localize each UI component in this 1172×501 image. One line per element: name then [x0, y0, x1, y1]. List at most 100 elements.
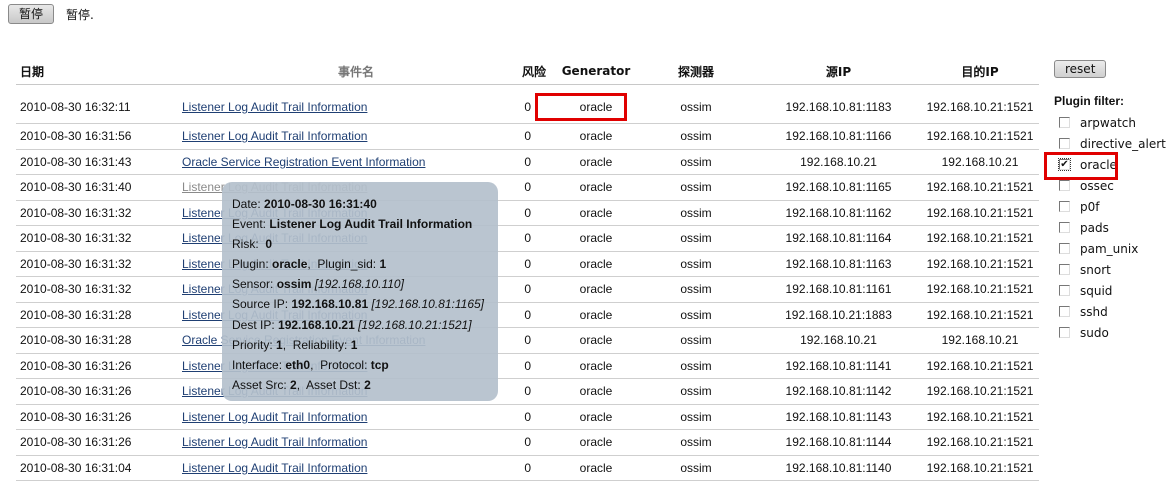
cell-date: 2010-08-30 16:31:32 — [16, 200, 176, 226]
table-row: 2010-08-30 16:31:26Listener Log Audit Tr… — [16, 404, 1039, 430]
plugin-checkbox[interactable] — [1059, 306, 1070, 317]
cell-sensor: ossim — [636, 251, 756, 277]
tooltip-date: Date: 2010-08-30 16:31:40 — [232, 197, 377, 211]
event-link[interactable]: Listener Log Audit Trail Information — [182, 100, 367, 114]
header-date[interactable]: 日期 — [16, 58, 176, 85]
cell-date: 2010-08-30 16:31:26 — [16, 429, 176, 456]
header-sensor[interactable]: 探测器 — [636, 58, 756, 85]
cell-sensor: ossim — [636, 84, 756, 124]
event-link[interactable]: Listener Log Audit Trail Information — [182, 461, 367, 475]
plugin-filter-label: ossec — [1080, 178, 1114, 193]
cell-dst-ip: 192.168.10.21:1521 — [921, 276, 1039, 303]
plugin-filter-arpwatch[interactable]: arpwatch — [1054, 112, 1172, 133]
tooltip-event: Event: Listener Log Audit Trail Informat… — [232, 217, 473, 232]
event-link[interactable]: Listener Log Audit Trail Information — [182, 435, 367, 449]
header-src-ip[interactable]: 源IP — [756, 58, 921, 85]
plugin-checkbox[interactable]: ✔ — [1058, 158, 1071, 171]
cell-dst-ip: 192.168.10.21 — [921, 149, 1039, 175]
cell-dst-ip: 192.168.10.21 — [921, 327, 1039, 354]
cell-src-ip: 192.168.10.81:1161 — [756, 276, 921, 303]
event-link[interactable]: Listener Log Audit Trail Information — [182, 410, 367, 424]
plugin-filter-p0f[interactable]: p0f — [1054, 196, 1172, 217]
header-risk[interactable]: 风险 — [466, 58, 556, 85]
cell-generator: oracle — [556, 174, 636, 201]
cell-date: 2010-08-30 16:31:40 — [16, 174, 176, 201]
plugin-filter-pads[interactable]: pads — [1054, 217, 1172, 238]
cell-sensor: ossim — [636, 378, 756, 405]
plugin-checkbox[interactable] — [1059, 243, 1070, 254]
cell-dst-ip: 192.168.10.21:1521 — [921, 84, 1039, 124]
plugin-checkbox[interactable] — [1059, 264, 1070, 275]
plugin-checkbox[interactable] — [1059, 201, 1070, 212]
header-dst-ip[interactable]: 目的IP — [921, 58, 1039, 85]
table-row: 2010-08-30 16:31:26Listener Log Audit Tr… — [16, 353, 1039, 379]
cell-generator: oracle — [556, 149, 636, 175]
table-row: 2010-08-30 16:31:32Listener Log Audit Tr… — [16, 200, 1039, 226]
plugin-filter-label: arpwatch — [1080, 115, 1136, 130]
plugin-filter-sidebar: reset Plugin filter: arpwatch directive_a… — [1054, 60, 1172, 343]
cell-date: 2010-08-30 16:31:28 — [16, 302, 176, 328]
cell-date: 2010-08-30 16:31:32 — [16, 225, 176, 252]
header-generator[interactable]: Generator — [556, 58, 636, 85]
plugin-checkbox[interactable] — [1059, 285, 1070, 296]
pause-button[interactable]: 暂停 — [8, 4, 55, 24]
cell-generator: oracle — [556, 123, 636, 150]
cell-src-ip: 192.168.10.81:1162 — [756, 200, 921, 226]
pause-status-text: 暂停. — [66, 7, 94, 22]
tooltip-priority: Priority: 1, Reliability: 1 — [232, 337, 358, 352]
cell-sensor: ossim — [636, 276, 756, 303]
cell-generator: oracle — [556, 404, 636, 430]
table-row: 2010-08-30 16:31:43 Oracle Service Regist… — [16, 149, 1039, 175]
table-row: 2010-08-30 16:31:28Listener Log Audit Tr… — [16, 302, 1039, 328]
table-header-row: 日期 事件名 风险 Generator 探测器 源IP 目的IP — [16, 58, 1039, 85]
table-row: 2010-08-30 16:31:40Listener Log Audit Tr… — [16, 174, 1039, 201]
plugin-checkbox[interactable] — [1059, 222, 1070, 233]
plugin-checkbox[interactable] — [1059, 180, 1070, 191]
cell-generator: oracle — [556, 251, 636, 277]
tooltip-risk: Risk: 0 — [232, 237, 273, 252]
table-row: 2010-08-30 16:31:32Listener Log Audit Tr… — [16, 276, 1039, 303]
table-row: 2010-08-30 16:31:28Oracle Service Regist… — [16, 327, 1039, 354]
event-link[interactable]: Oracle Service Registration Event Inform… — [182, 155, 425, 169]
cell-date: 2010-08-30 16:31:26 — [16, 353, 176, 379]
plugin-checkbox[interactable] — [1059, 117, 1070, 128]
cell-event: Listener Log Audit Trail Information — [176, 429, 466, 456]
cell-dst-ip: 192.168.10.21:1521 — [921, 123, 1039, 150]
plugin-filter-ossec[interactable]: ossec — [1054, 175, 1172, 196]
cell-date: 2010-08-30 16:31:32 — [16, 251, 176, 277]
cell-src-ip: 192.168.10.81:1143 — [756, 404, 921, 430]
plugin-filter-sshd[interactable]: sshd — [1054, 301, 1172, 322]
plugin-filter-label: pads — [1080, 220, 1109, 235]
cell-event: Listener Log Audit Trail Information — [176, 123, 466, 150]
cell-src-ip: 192.168.10.21 — [756, 327, 921, 354]
event-link[interactable]: Listener Log Audit Trail Information — [182, 129, 367, 143]
plugin-filter-sudo[interactable]: sudo — [1054, 322, 1172, 343]
cell-dst-ip: 192.168.10.21:1521 — [921, 455, 1039, 481]
cell-src-ip: 192.168.10.81:1183 — [756, 84, 921, 124]
cell-src-ip: 192.168.10.81:1164 — [756, 225, 921, 252]
cell-src-ip: 192.168.10.81:1144 — [756, 429, 921, 456]
cell-risk: 0 — [466, 455, 556, 481]
plugin-checkbox[interactable] — [1059, 138, 1070, 149]
tooltip-source-ip: Source IP: 192.168.10.81 [192.168.10.81:… — [232, 297, 485, 312]
cell-date: 2010-08-30 16:31:32 — [16, 276, 176, 303]
plugin-checkbox[interactable] — [1059, 327, 1070, 338]
table-row: 2010-08-30 16:31:26Listener Log Audit Tr… — [16, 378, 1039, 405]
cell-sensor: ossim — [636, 302, 756, 328]
tooltip-sensor: Sensor: ossim [192.168.10.110] — [232, 277, 404, 292]
reset-button[interactable]: reset — [1054, 60, 1107, 78]
cell-sensor: ossim — [636, 149, 756, 175]
plugin-filter-snort[interactable]: snort — [1054, 259, 1172, 280]
plugin-filter-squid[interactable]: squid — [1054, 280, 1172, 301]
cell-date: 2010-08-30 16:31:26 — [16, 378, 176, 405]
table-row: 2010-08-30 16:31:56 Listener Log Audit Tr… — [16, 123, 1039, 150]
top-bar: 暂停 暂停. — [8, 4, 94, 24]
plugin-filter-directive-alert[interactable]: directive_alert — [1054, 133, 1172, 154]
plugin-filter-pam-unix[interactable]: pam_unix — [1054, 238, 1172, 259]
cell-generator: oracle — [556, 302, 636, 328]
table-row: 2010-08-30 16:32:11 Listener Log Audit Tr… — [16, 84, 1039, 124]
cell-sensor: ossim — [636, 353, 756, 379]
cell-sensor: ossim — [636, 200, 756, 226]
cell-risk: 0 — [466, 123, 556, 150]
plugin-filter-oracle[interactable]: ✔ oracle — [1054, 154, 1172, 175]
